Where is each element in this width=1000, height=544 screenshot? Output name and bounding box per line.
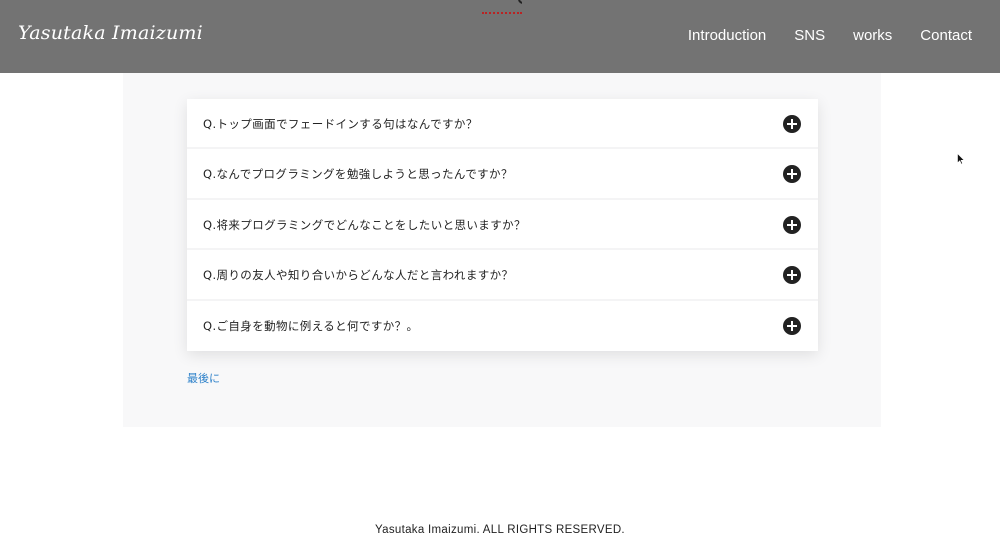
plus-circle-icon[interactable] [783, 215, 801, 234]
plus-circle-icon[interactable] [783, 266, 801, 285]
site-header: Yasutaka Imaizumi Introduction SNS works… [0, 0, 1000, 73]
plus-circle-icon[interactable] [783, 165, 801, 184]
faq-item[interactable]: Q.ご自身を動物に例えると何ですか？。 [187, 301, 818, 351]
faq-question: Q.周りの友人や知り合いからどんな人だと言われますか？ [203, 268, 514, 283]
page: Yasutaka Imaizumi Introduction SNS works… [0, 0, 1000, 544]
faq-question: Q.将来プログラミングでどんなことをしたいと思いますか？ [203, 217, 526, 232]
faq-item[interactable]: Q.将来プログラミングでどんなことをしたいと思いますか？ [187, 200, 818, 251]
faq-item[interactable]: Q.なんでプログラミングを勉強しようと思ったんですか？ [187, 149, 818, 200]
faq-item[interactable]: Q.トップ画面でフェードインする句はなんですか？ [187, 99, 818, 150]
last-section-link[interactable]: 最後に [187, 370, 220, 386]
plus-circle-icon[interactable] [783, 316, 801, 335]
faq-question: Q.トップ画面でフェードインする句はなんですか？ [203, 117, 478, 131]
faq-question: Q.ご自身を動物に例えると何ですか？。 [203, 318, 419, 333]
scrolled-heading-fragment [482, 0, 522, 15]
nav-sns[interactable]: SNS [794, 27, 825, 44]
plus-circle-icon[interactable] [783, 115, 801, 133]
nav-contact[interactable]: Contact [920, 27, 972, 44]
mouse-cursor-icon [957, 153, 965, 165]
site-logo-title[interactable]: Yasutaka Imaizumi [18, 22, 203, 44]
nav-works[interactable]: works [853, 27, 892, 44]
faq-item[interactable]: Q.周りの友人や知り合いからどんな人だと言われますか？ [187, 250, 818, 301]
main-nav: Introduction SNS works Contact [688, 27, 972, 44]
faq-question: Q.なんでプログラミングを勉強しようと思ったんですか？ [203, 167, 513, 182]
nav-introduction[interactable]: Introduction [688, 27, 766, 44]
footer-copyright: Yasutaka Imaizumi. ALL RIGHTS RESERVED. [375, 524, 625, 536]
faq-accordion: Q.トップ画面でフェードインする句はなんですか？ Q.なんでプログラミングを勉強… [187, 99, 818, 351]
